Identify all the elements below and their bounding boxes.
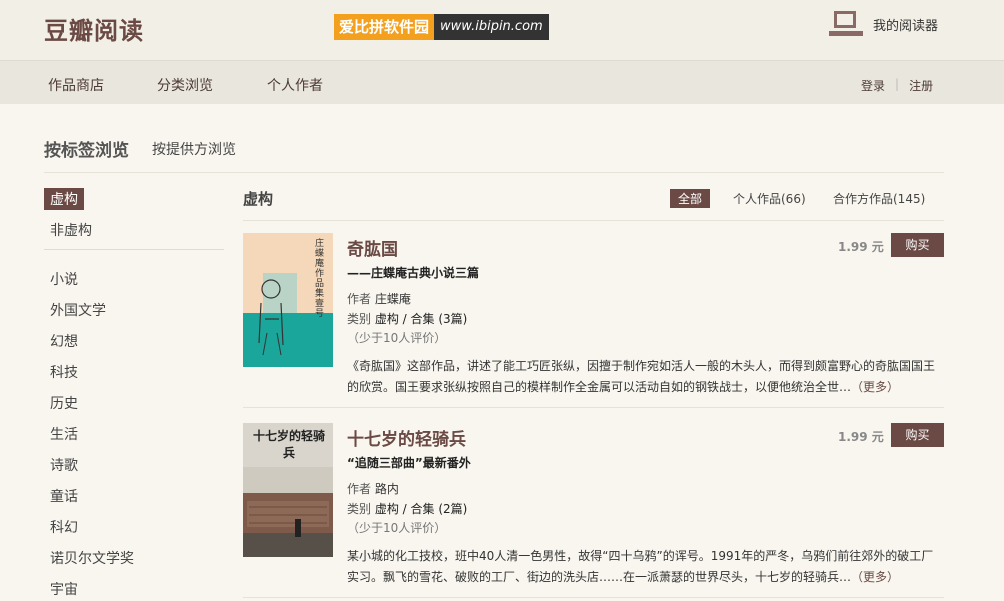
author-label: 作者	[347, 482, 372, 496]
register-link[interactable]: 注册	[909, 77, 933, 94]
book-divider	[243, 407, 944, 408]
my-reader-link[interactable]: 我的阅读器	[829, 11, 938, 37]
author-label: 作者	[347, 292, 372, 306]
sidebar-divider	[44, 249, 224, 250]
book-subtitle: ——庄蝶庵古典小说三篇	[347, 266, 480, 280]
tab-browse-by-tag[interactable]: 按标签浏览	[44, 136, 129, 161]
login-link[interactable]: 登录	[861, 77, 885, 94]
book-price: 1.99 元	[838, 430, 884, 444]
sidebar-item-nonfiction[interactable]: 非虚构	[50, 220, 92, 240]
nav-authors[interactable]: 个人作者	[267, 75, 323, 95]
book-description: 某小城的化工技校，班中40人清一色男性，故得“四十乌鸦”的诨号。1991年的严冬…	[347, 546, 942, 588]
filter-all[interactable]: 全部	[670, 189, 711, 208]
category-value[interactable]: 虚构 / 合集 (3篇)	[375, 312, 468, 326]
filter-collab[interactable]: 合作方作品(145)	[833, 190, 925, 207]
sidebar-item-fantasy[interactable]: 幻想	[50, 331, 78, 351]
sidebar-item-life[interactable]: 生活	[50, 424, 78, 444]
sidebar-item-foreign-lit[interactable]: 外国文学	[50, 300, 106, 320]
watermark-logo: 爱比拼软件园 www.ibipin.com	[334, 14, 549, 40]
main-nav: 作品商店 分类浏览 个人作者 登录 | 注册	[0, 60, 1004, 104]
book-description: 《奇肱国》这部作品，讲述了能工巧匠张纵，因擅于制作宛如活人一般的木头人，而得到颇…	[347, 356, 942, 398]
cover-title-text: 十七岁的轻骑兵	[252, 429, 325, 460]
sidebar-item-poetry[interactable]: 诗歌	[50, 455, 78, 475]
sidebar-item-novel[interactable]: 小说	[50, 269, 78, 289]
nav-store[interactable]: 作品商店	[48, 75, 104, 95]
book-category: 类别 虚构 / 合集 (2篇)	[347, 500, 467, 517]
category-value[interactable]: 虚构 / 合集 (2篇)	[375, 502, 468, 516]
sidebar-item-scifi[interactable]: 科幻	[50, 517, 78, 537]
sidebar-item-technology[interactable]: 科技	[50, 362, 78, 382]
author-link[interactable]: 路内	[375, 482, 399, 496]
divider	[44, 172, 944, 173]
category-label: 类别	[347, 312, 372, 326]
book-price: 1.99 元	[838, 240, 884, 254]
more-link[interactable]: （更多）	[851, 570, 899, 584]
sidebar-item-fiction[interactable]: 虚构	[44, 188, 84, 210]
category-label: 类别	[347, 502, 372, 516]
filter-personal[interactable]: 个人作品(66)	[733, 190, 806, 207]
description-text: 某小城的化工技校，班中40人清一色男性，故得“四十乌鸦”的诨号。1991年的严冬…	[347, 549, 934, 584]
cover-title-text: 庄蝶庵作品集壹号	[315, 239, 325, 319]
book-divider	[243, 597, 944, 598]
list-divider	[243, 220, 944, 221]
auth-separator: |	[895, 77, 900, 91]
book-rating: （少于10人评价）	[347, 331, 447, 345]
reader-device-icon	[829, 11, 863, 37]
sidebar-item-nobel[interactable]: 诺贝尔文学奖	[50, 548, 134, 568]
sidebar-item-history[interactable]: 历史	[50, 393, 78, 413]
more-link[interactable]: （更多）	[851, 380, 899, 394]
top-bar: 豆瓣阅读 爱比拼软件园 www.ibipin.com 我的阅读器	[0, 0, 1004, 60]
nav-categories[interactable]: 分类浏览	[157, 75, 213, 95]
buy-button[interactable]: 购买	[891, 233, 944, 257]
book-author: 作者 庄蝶庵	[347, 290, 411, 307]
book-rating: （少于10人评价）	[347, 521, 447, 535]
book-title[interactable]: 十七岁的轻骑兵	[347, 425, 466, 450]
author-link[interactable]: 庄蝶庵	[375, 292, 411, 306]
my-reader-label: 我的阅读器	[873, 18, 939, 34]
book-title[interactable]: 奇肱国	[347, 235, 398, 260]
tab-browse-by-provider[interactable]: 按提供方浏览	[152, 139, 236, 159]
book-cover[interactable]: 庄蝶庵作品集壹号	[243, 233, 333, 367]
book-author: 作者 路内	[347, 480, 399, 497]
description-text: 《奇肱国》这部作品，讲述了能工巧匠张纵，因擅于制作宛如活人一般的木头人，而得到颇…	[347, 359, 936, 394]
book-subtitle: “追随三部曲”最新番外	[347, 456, 471, 470]
book-cover[interactable]: 十七岁的轻骑兵	[243, 423, 333, 557]
list-title: 虚构	[243, 190, 274, 208]
sidebar-item-universe[interactable]: 宇宙	[50, 579, 78, 599]
watermark-en: www.ibipin.com	[434, 14, 549, 40]
sidebar-item-fairy-tale[interactable]: 童话	[50, 486, 78, 506]
watermark-cn: 爱比拼软件园	[334, 14, 435, 40]
brand-logo[interactable]: 豆瓣阅读	[44, 11, 144, 46]
auth-links: 登录 | 注册	[861, 77, 933, 94]
buy-button[interactable]: 购买	[891, 423, 944, 447]
book-category: 类别 虚构 / 合集 (3篇)	[347, 310, 467, 327]
